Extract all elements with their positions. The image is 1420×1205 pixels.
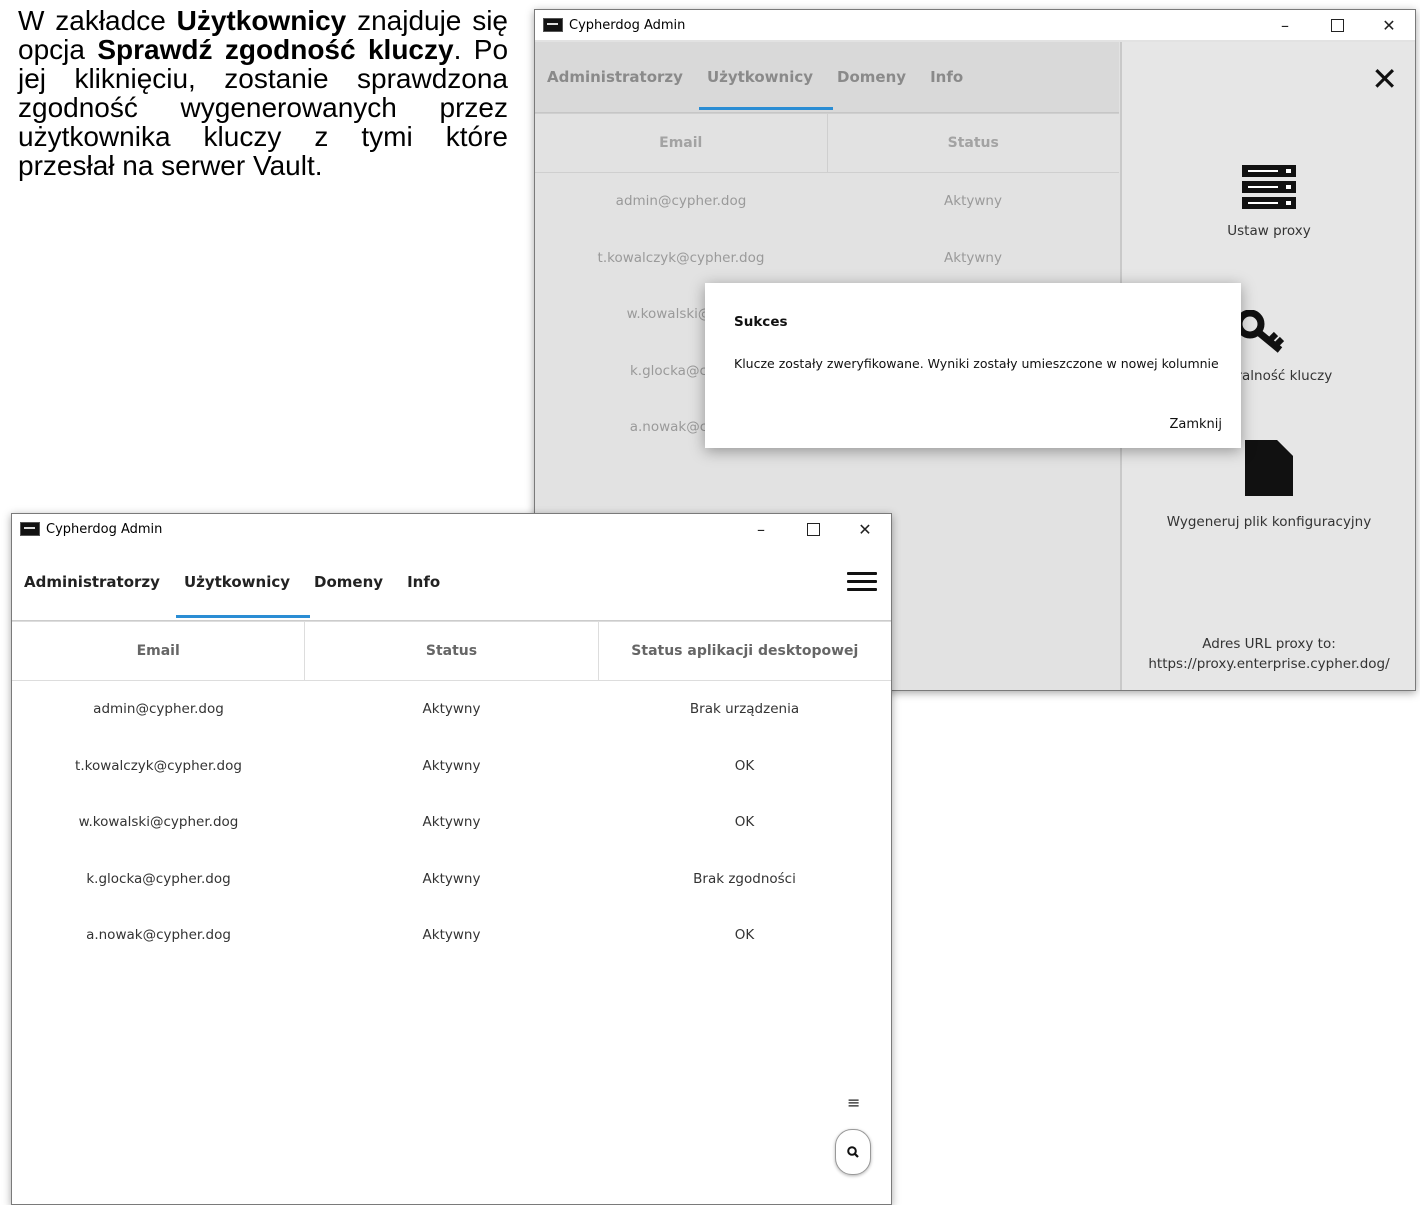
cell-status: Aktywny xyxy=(944,193,1002,210)
column-header-status[interactable]: Status xyxy=(828,114,1120,172)
close-panel-icon[interactable]: ✕ xyxy=(1371,60,1398,98)
maximize-button[interactable] xyxy=(1311,10,1363,40)
tab-administratorzy[interactable]: Administratorzy xyxy=(12,544,172,620)
proxy-info: Adres URL proxy to: https://proxy.enterp… xyxy=(1122,634,1415,674)
cell-status: Aktywny xyxy=(422,927,481,944)
set-proxy-item[interactable]: Ustaw proxy xyxy=(1122,165,1415,239)
table-header: Email Status Status aplikacji desktopowe… xyxy=(12,621,891,681)
tab-domeny[interactable]: Domeny xyxy=(302,544,395,620)
window-title: Cypherdog Admin xyxy=(46,521,163,537)
tab-bar: Administratorzy Użytkownicy Domeny Info xyxy=(535,42,1119,113)
close-button[interactable]: ✕ xyxy=(839,514,891,544)
table-row[interactable]: admin@cypher.dog Aktywny xyxy=(535,173,1119,230)
instruction-part: W zakładce xyxy=(18,5,177,36)
search-icon xyxy=(847,1146,859,1158)
cell-status: Aktywny xyxy=(422,870,481,887)
cell-desktop-status: OK xyxy=(734,927,755,944)
column-header-status[interactable]: Status xyxy=(305,622,599,680)
maximize-button[interactable] xyxy=(787,514,839,544)
tab-uzytkownicy[interactable]: Użytkownicy xyxy=(695,42,834,112)
success-dialog: Sukces Klucze zostały zweryfikowane. Wyn… xyxy=(705,283,1241,448)
tab-info[interactable]: Info xyxy=(918,42,975,112)
title-bar: Cypherdog Admin – ✕ xyxy=(535,10,1415,40)
maximize-icon xyxy=(806,522,820,536)
menu-line xyxy=(847,572,877,575)
cell-email: k.glocka@cypher.dog xyxy=(86,870,231,887)
minimize-button[interactable]: – xyxy=(735,514,787,544)
file-icon xyxy=(1245,440,1293,496)
table-row[interactable]: t.kowalczyk@cypher.dog Aktywny xyxy=(535,230,1119,287)
cell-status: Aktywny xyxy=(422,814,481,831)
cell-desktop-status: Brak urządzenia xyxy=(689,701,800,718)
list-menu-icon[interactable]: ≡ xyxy=(847,1093,860,1112)
app-icon xyxy=(20,522,40,536)
tab-domeny[interactable]: Domeny xyxy=(825,42,918,112)
search-button[interactable] xyxy=(835,1129,871,1175)
table-row[interactable]: admin@cypher.dog Aktywny Brak urządzenia xyxy=(12,681,891,738)
cell-desktop-status: OK xyxy=(734,757,755,774)
table-row[interactable]: k.glocka@cypher.dog Aktywny Brak zgodnoś… xyxy=(12,851,891,908)
generate-config-item[interactable]: Wygeneruj plik konfiguracyjny xyxy=(1122,440,1415,530)
front-window: Cypherdog Admin – ✕ Administratorzy Użyt… xyxy=(11,513,892,1205)
minimize-button[interactable]: – xyxy=(1259,10,1311,40)
window-title: Cypherdog Admin xyxy=(569,17,686,33)
table-row[interactable]: t.kowalczyk@cypher.dog Aktywny OK xyxy=(12,738,891,795)
proxy-url: https://proxy.enterprise.cypher.dog/ xyxy=(1148,656,1390,672)
close-button[interactable]: ✕ xyxy=(1363,10,1415,40)
table-row[interactable]: w.kowalski@cypher.dog Aktywny OK xyxy=(12,794,891,851)
column-header-desktop-status[interactable]: Status aplikacji desktopowej xyxy=(599,622,891,680)
menu-line xyxy=(847,588,877,591)
tab-administratorzy[interactable]: Administratorzy xyxy=(535,42,695,112)
instruction-bold-option: Sprawdź zgodność kluczy xyxy=(97,34,454,65)
close-dialog-button[interactable]: Zamknij xyxy=(1169,417,1222,432)
cell-status: Aktywny xyxy=(422,757,481,774)
menu-line xyxy=(847,580,877,583)
generate-config-label: Wygeneruj plik konfiguracyjny xyxy=(1166,514,1372,530)
table-row[interactable]: a.nowak@cypher.dog Aktywny OK xyxy=(12,907,891,964)
proxy-label: Adres URL proxy to: xyxy=(1202,636,1336,652)
set-proxy-label: Ustaw proxy xyxy=(1227,223,1311,239)
tab-info[interactable]: Info xyxy=(395,544,452,620)
tab-bar: Administratorzy Użytkownicy Domeny Info xyxy=(12,544,891,621)
menu-icon[interactable] xyxy=(847,572,877,596)
table-header: Email Status xyxy=(535,113,1119,173)
cell-status: Aktywny xyxy=(944,249,1002,266)
instruction-text: W zakładce Użytkownicy znajduje się opcj… xyxy=(18,6,508,180)
cell-desktop-status: OK xyxy=(734,814,755,831)
cell-email: a.nowak@cypher.dog xyxy=(86,927,231,944)
app-icon xyxy=(543,18,563,32)
cell-email: admin@cypher.dog xyxy=(93,701,224,718)
tab-uzytkownicy[interactable]: Użytkownicy xyxy=(172,544,311,620)
key-icon xyxy=(1236,310,1285,353)
column-header-email[interactable]: Email xyxy=(535,114,828,172)
cell-email: w.kowalski@cypher.dog xyxy=(78,814,239,831)
title-bar: Cypherdog Admin – ✕ xyxy=(12,514,891,544)
server-icon xyxy=(1242,165,1296,209)
maximize-icon xyxy=(1330,18,1344,32)
dialog-message: Klucze zostały zweryfikowane. Wyniki zos… xyxy=(734,356,1219,371)
cell-email: admin@cypher.dog xyxy=(615,193,747,210)
cell-email: t.kowalczyk@cypher.dog xyxy=(75,757,242,774)
cell-desktop-status: Brak zgodności xyxy=(693,870,796,887)
instruction-bold-tab: Użytkownicy xyxy=(176,5,347,36)
column-header-email[interactable]: Email xyxy=(12,622,306,680)
cell-email: t.kowalczyk@cypher.dog xyxy=(597,249,765,266)
dialog-title: Sukces xyxy=(734,314,788,330)
cell-status: Aktywny xyxy=(422,701,481,718)
